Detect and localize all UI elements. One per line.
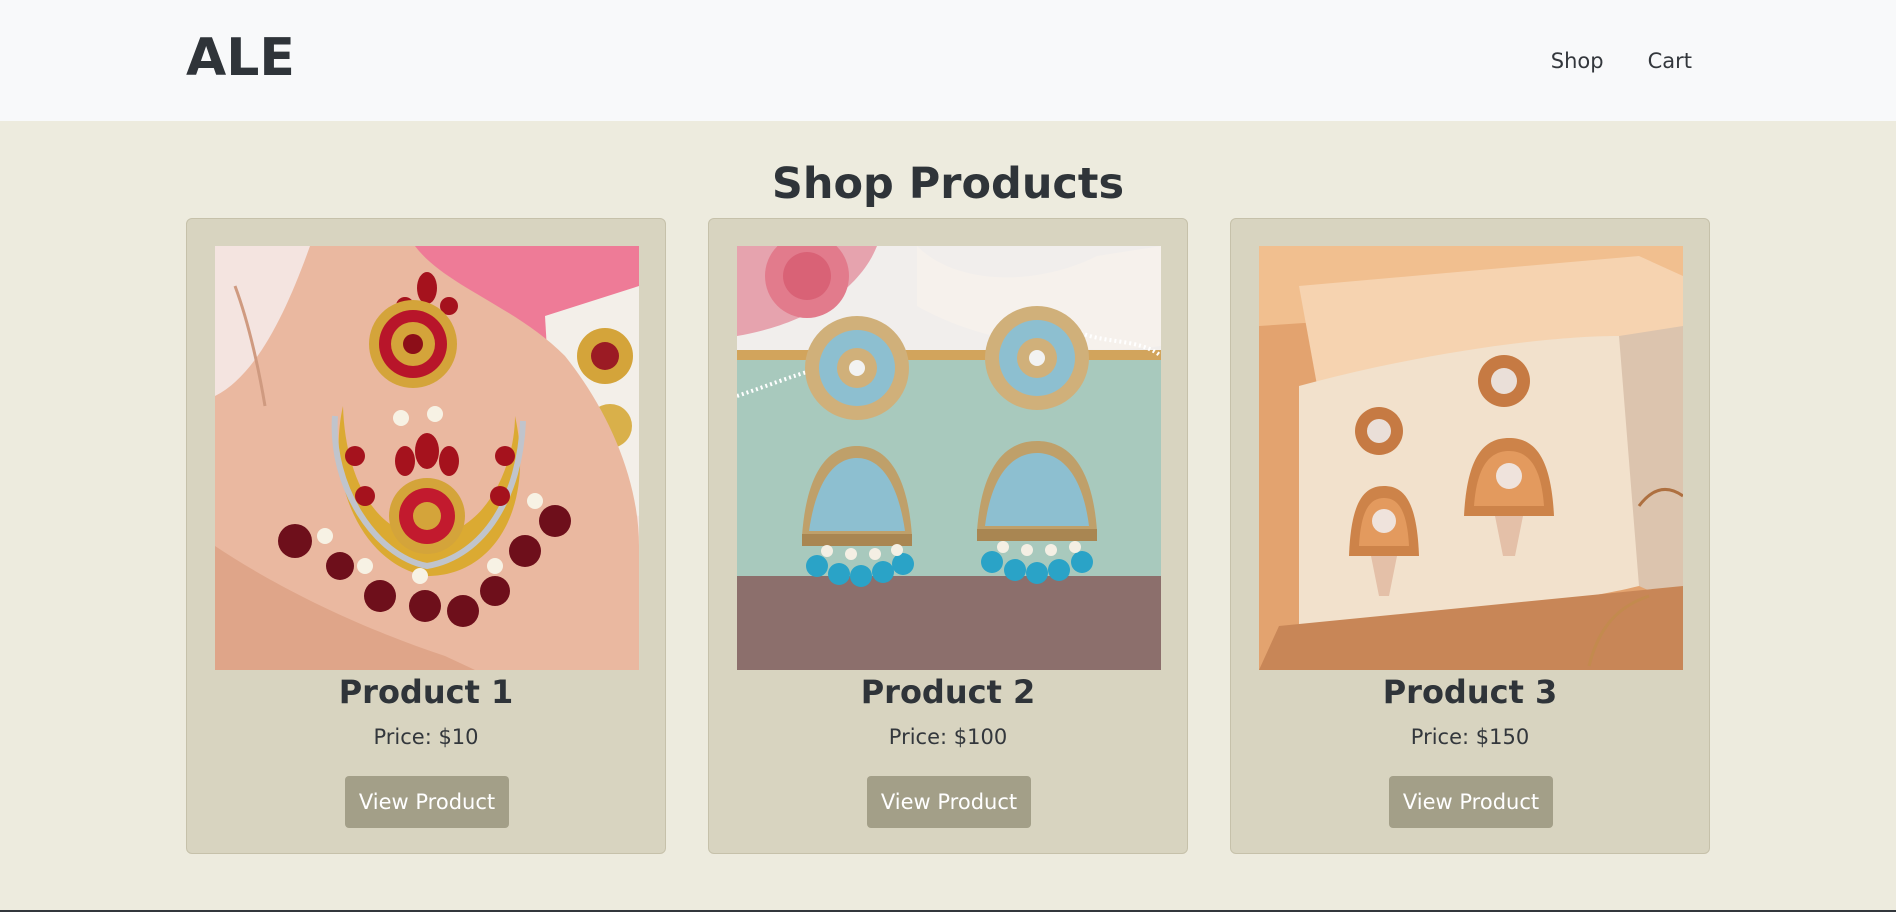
- product-card: Product 1 Price: $10 View Product: [186, 218, 666, 854]
- product-title: Product 1: [338, 673, 514, 711]
- product-price: Price: $100: [888, 725, 1008, 749]
- view-product-button[interactable]: View Product: [867, 776, 1031, 828]
- brand-logo[interactable]: ALE: [186, 26, 295, 90]
- view-product-button[interactable]: View Product: [1389, 776, 1553, 828]
- product-price: Price: $10: [373, 725, 479, 749]
- main-content: Shop Products Product 1 Price: $10 View …: [0, 121, 1896, 912]
- product-card: Product 2 Price: $100 View Product: [708, 218, 1188, 854]
- rose-gold-jhumka-earrings-image: [1259, 246, 1683, 670]
- turquoise-jhumka-earrings-image: [737, 246, 1161, 670]
- product-image[interactable]: [1259, 246, 1683, 670]
- nav-link-shop[interactable]: Shop: [1551, 46, 1604, 76]
- red-gold-chandbali-earring-image: [215, 246, 639, 670]
- product-card: Product 3 Price: $150 View Product: [1230, 218, 1710, 854]
- view-product-button[interactable]: View Product: [345, 776, 509, 828]
- nav-links: Shop Cart: [1551, 46, 1692, 76]
- product-image[interactable]: [737, 246, 1161, 670]
- product-image[interactable]: [215, 246, 639, 670]
- product-title: Product 2: [860, 673, 1036, 711]
- product-title: Product 3: [1382, 673, 1558, 711]
- page-title: Shop Products: [771, 159, 1125, 209]
- navbar: ALE Shop Cart: [0, 0, 1896, 121]
- product-price: Price: $150: [1410, 725, 1530, 749]
- nav-link-cart[interactable]: Cart: [1648, 46, 1692, 76]
